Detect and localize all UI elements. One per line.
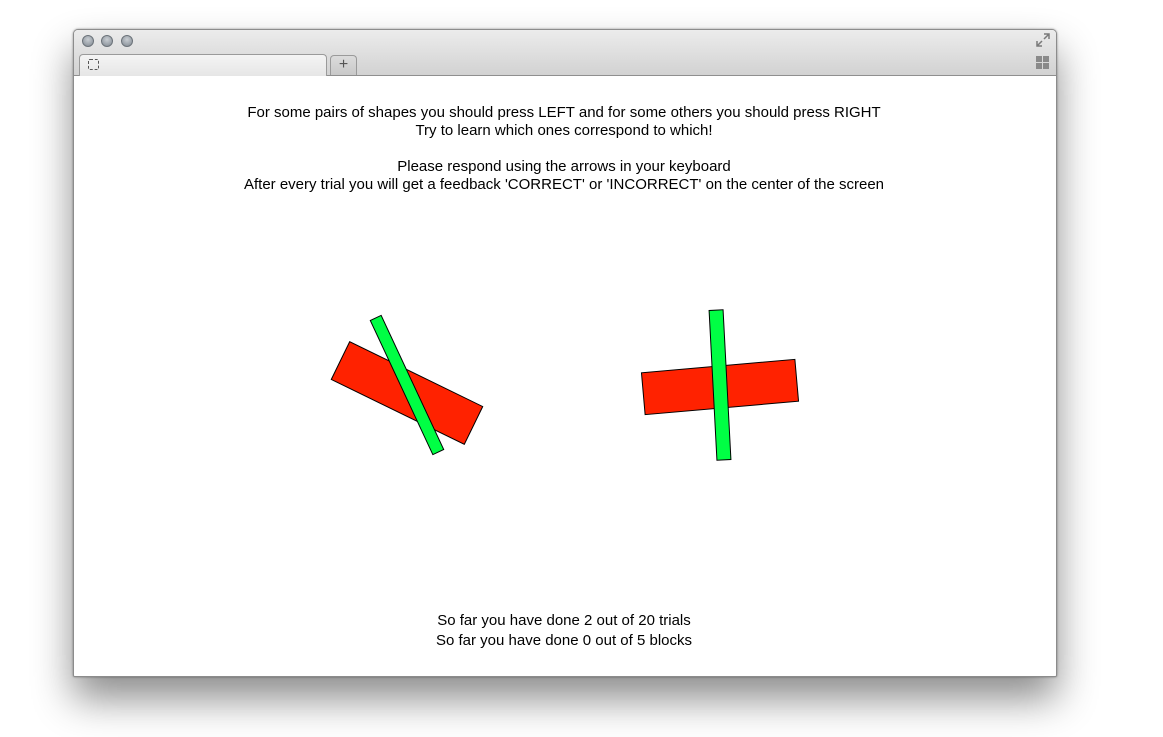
fullscreen-icon[interactable] (1036, 33, 1050, 47)
stimulus-canvas (330, 309, 800, 461)
right-shape-pair (640, 309, 800, 461)
experiment-page: For some pairs of shapes you should pres… (74, 76, 1056, 676)
browser-window: + For some pairs of shapes you should pr… (73, 29, 1057, 677)
title-bar: + (74, 30, 1056, 76)
new-tab-button[interactable]: + (330, 55, 357, 75)
browser-tab[interactable] (79, 54, 327, 76)
progress-block: So far you have done 2 out of 20 trials … (74, 611, 1054, 651)
trials-progress-text: So far you have done 2 out of 20 trials (437, 612, 691, 629)
minimize-window-button[interactable] (101, 35, 113, 47)
blank-page-icon (88, 59, 99, 70)
left-shape-pair (330, 314, 484, 456)
tab-overview-icon[interactable] (1036, 56, 1049, 69)
blocks-progress-text: So far you have done 0 out of 5 blocks (435, 632, 692, 649)
zoom-window-button[interactable] (121, 35, 133, 47)
close-window-button[interactable] (82, 35, 94, 47)
